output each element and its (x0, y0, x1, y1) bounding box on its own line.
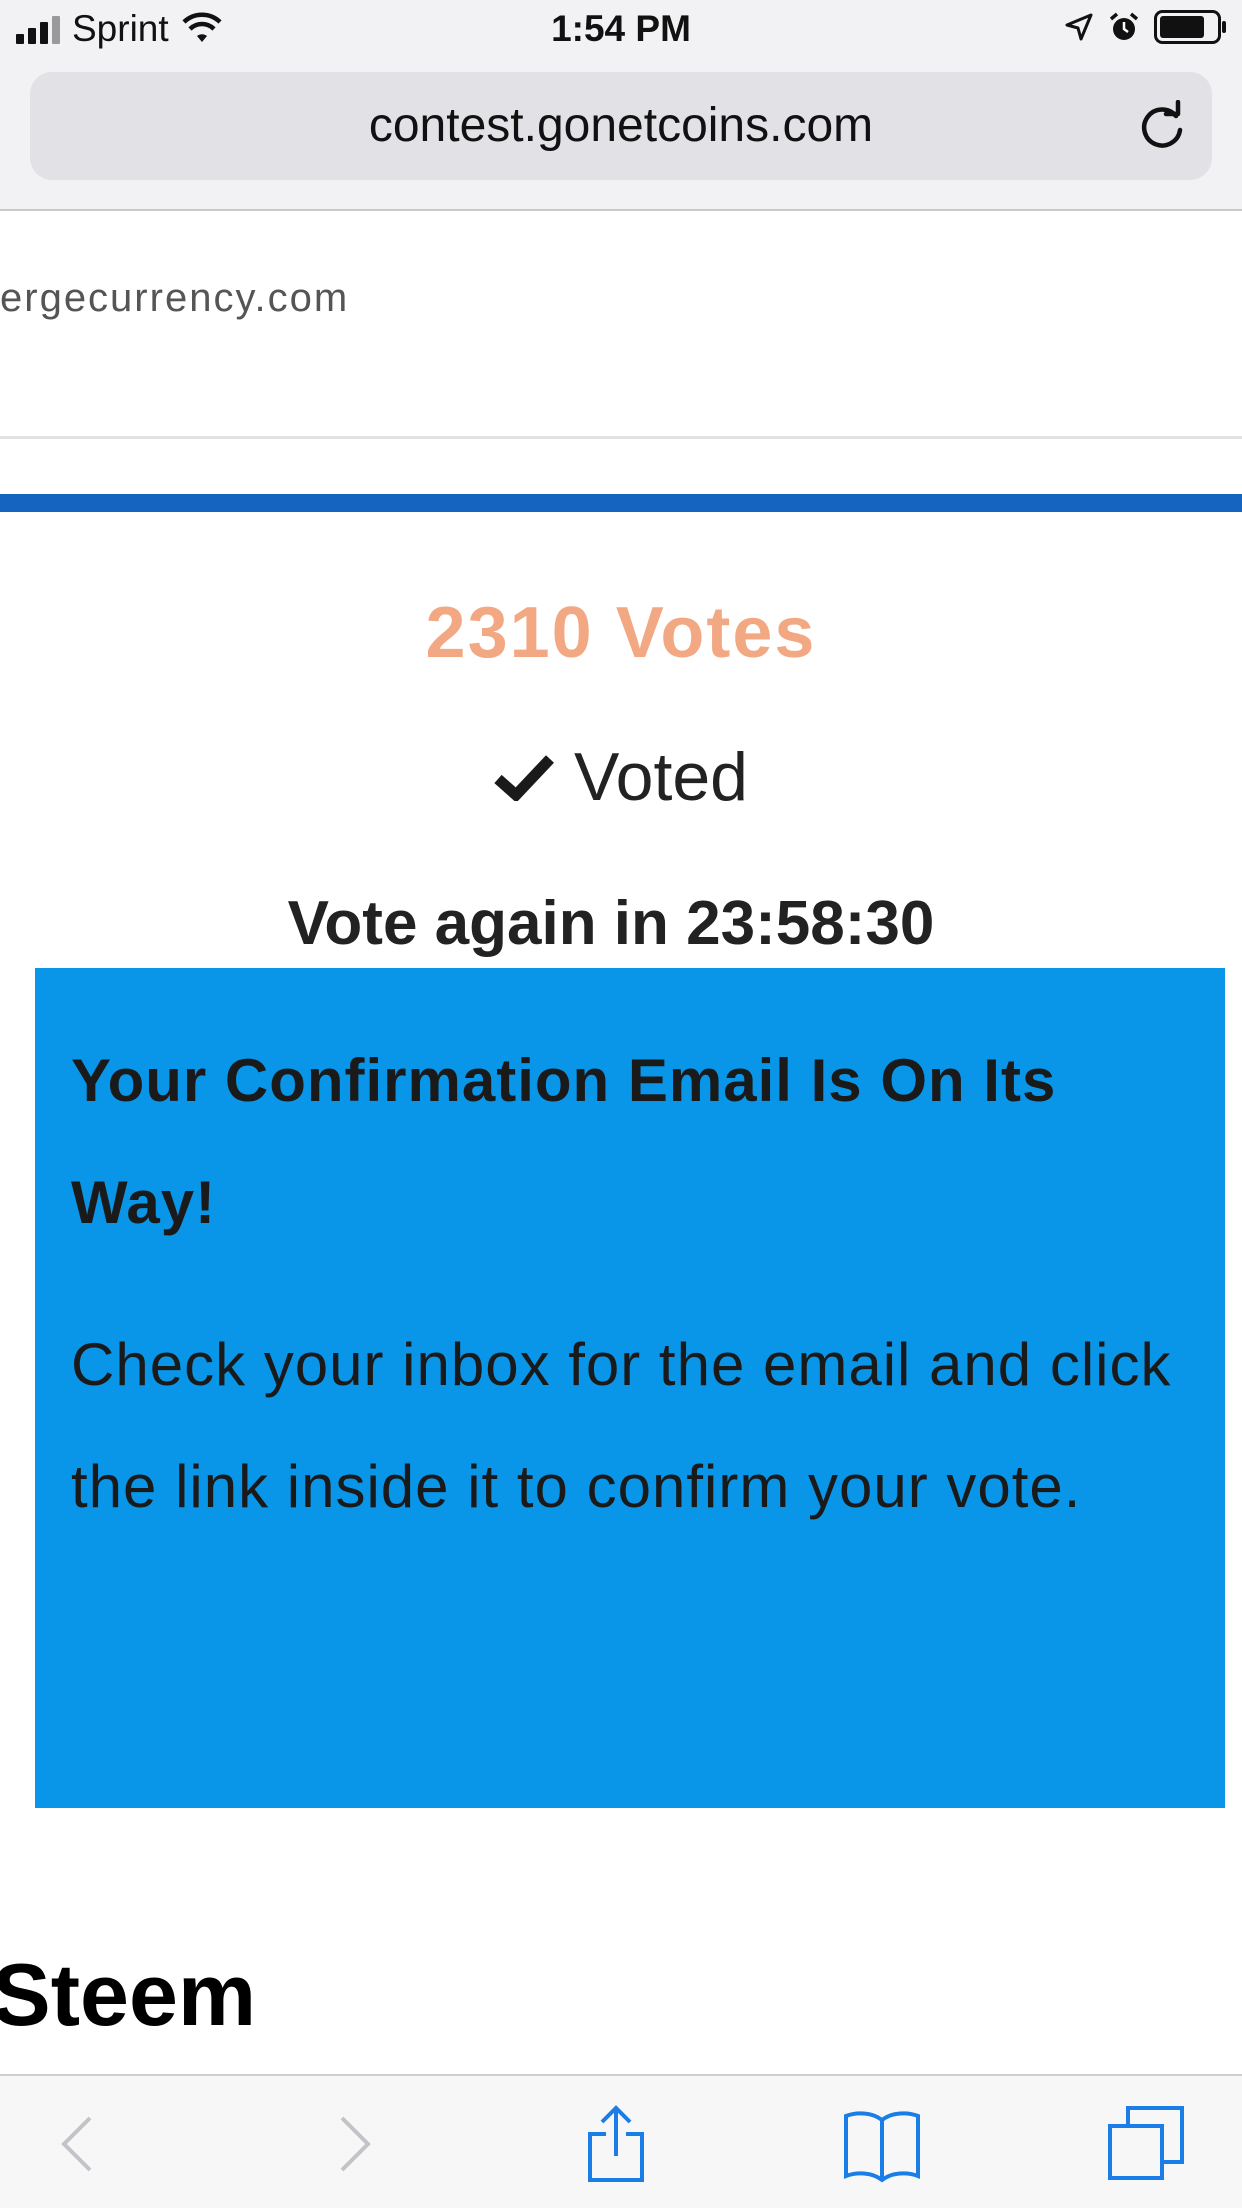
screen: Sprint 1:54 PM contest.gonetcoins.com er… (0, 0, 1242, 2208)
share-icon[interactable] (576, 2104, 656, 2184)
bookmarks-icon[interactable] (842, 2104, 922, 2184)
voted-label: Voted (574, 739, 748, 815)
browser-top-chrome: Sprint 1:54 PM contest.gonetcoins.com (0, 0, 1242, 211)
address-bar[interactable]: contest.gonetcoins.com (30, 72, 1212, 180)
checkmark-icon (494, 755, 555, 801)
site-url-snippet[interactable]: ergecurrency.com (0, 276, 349, 321)
alarm-clock-icon (1109, 12, 1139, 40)
confirmation-body: Check your inbox for the email and click… (71, 1331, 1172, 1520)
browser-bottom-toolbar (0, 2074, 1242, 2208)
status-time: 1:54 PM (551, 8, 691, 49)
location-arrow-icon (1065, 13, 1093, 41)
reload-icon[interactable] (1136, 100, 1188, 152)
voted-status: Voted (0, 738, 1242, 816)
status-bar: Sprint 1:54 PM (0, 0, 1242, 62)
back-icon[interactable] (40, 2104, 120, 2184)
vote-again-countdown: Vote again in 23:58:30 (287, 889, 935, 958)
status-right (1064, 10, 1228, 44)
tabs-icon[interactable] (1106, 2104, 1186, 2184)
url-text[interactable]: contest.gonetcoins.com (30, 98, 1212, 153)
confirmation-title: Your Confirmation Email Is On Its Way! (71, 1047, 1057, 1236)
forward-icon[interactable] (312, 2104, 392, 2184)
section-heading: Steem (0, 1945, 257, 2044)
blue-divider (0, 494, 1242, 512)
divider (0, 436, 1242, 439)
battery-icon (1154, 10, 1226, 44)
confirmation-message-box: Your Confirmation Email Is On Its Way! C… (35, 968, 1225, 1808)
votes-count: 2310 Votes (425, 593, 817, 673)
